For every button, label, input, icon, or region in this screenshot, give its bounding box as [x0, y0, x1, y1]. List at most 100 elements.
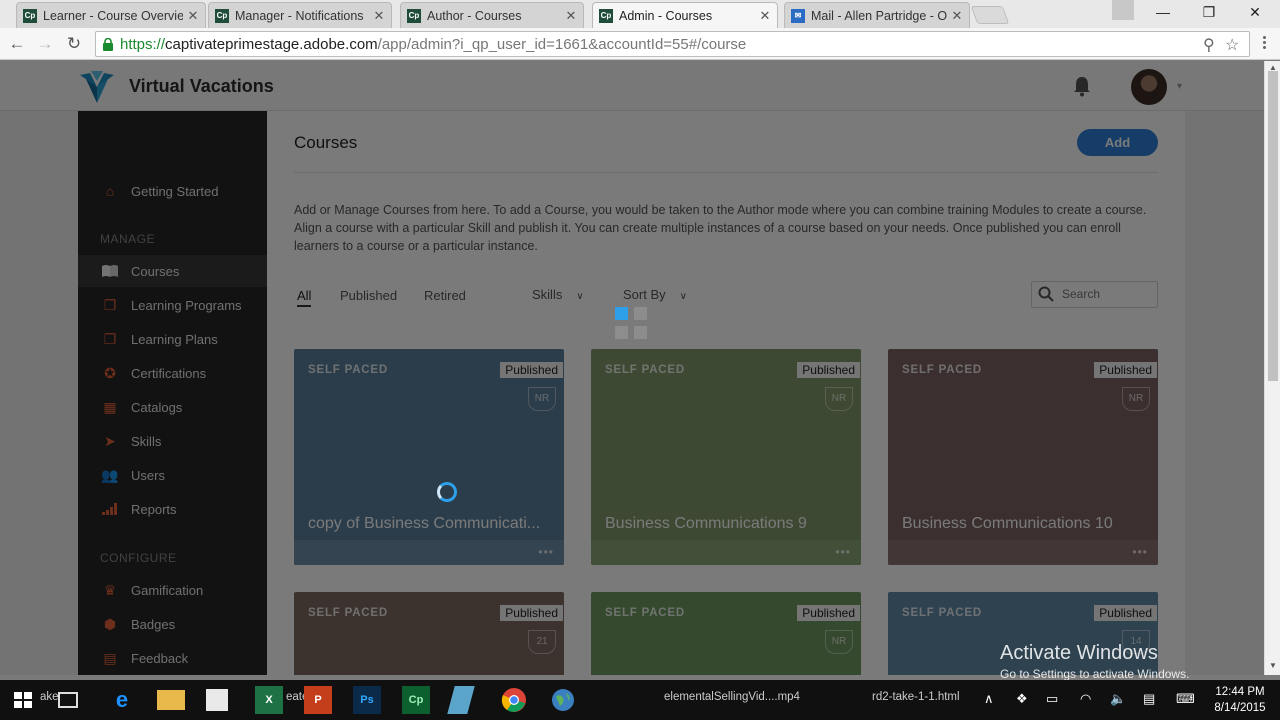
chevron-down-icon[interactable]: ▾: [1177, 81, 1182, 92]
notepad-icon[interactable]: [447, 686, 475, 714]
bell-icon[interactable]: [1072, 75, 1092, 97]
close-icon[interactable]: ✕: [373, 8, 385, 24]
close-window-button[interactable]: ✕: [1240, 4, 1270, 24]
rating-shield-icon: NR: [528, 387, 556, 411]
course-card[interactable]: SELF PACED Published NR Business Communi…: [888, 349, 1158, 565]
course-card[interactable]: SELF PACED Published NR: [591, 592, 861, 675]
notifications-icon[interactable]: ▤: [1143, 691, 1155, 707]
browser-menu-icon[interactable]: [1258, 36, 1272, 51]
course-card[interactable]: SELF PACED Published NR copy of Business…: [294, 349, 564, 565]
close-icon[interactable]: ✕: [951, 8, 963, 24]
sidebar-item-getting-started[interactable]: ⌂ Getting Started: [78, 175, 267, 207]
sidebar-item-feedback[interactable]: ▤ Feedback: [78, 642, 267, 674]
close-icon[interactable]: ✕: [759, 8, 771, 24]
trophy-icon: ♛: [103, 581, 117, 598]
photoshop-icon[interactable]: Ps: [353, 686, 381, 714]
sidebar-item-certifications[interactable]: ✪ Certifications: [78, 357, 267, 389]
address-bar[interactable]: https://captivateprimestage.adobe.com/ap…: [95, 31, 1250, 57]
back-arrow-icon[interactable]: ←: [6, 33, 28, 55]
volume-icon[interactable]: 🔈: [1110, 691, 1126, 707]
browser-toolbar: ← → ↻ https://captivateprimestage.adobe.…: [0, 28, 1280, 60]
sidebar-item-label: Users: [131, 467, 165, 483]
add-course-button[interactable]: Add: [1077, 129, 1158, 156]
app-header: Virtual Vacations ▾: [0, 61, 1264, 111]
browser-tab-admin[interactable]: Cp Admin - Courses ✕: [592, 2, 778, 28]
forward-arrow-icon[interactable]: →: [34, 33, 56, 55]
store-icon[interactable]: [206, 689, 228, 711]
home-icon: ⌂: [105, 183, 115, 199]
more-options-icon[interactable]: •••: [1132, 545, 1148, 559]
chrome-icon[interactable]: [500, 686, 528, 714]
tab-retired[interactable]: Retired: [424, 288, 466, 303]
search-input[interactable]: [1062, 287, 1152, 301]
skills-dropdown[interactable]: Skills ∨: [532, 287, 584, 302]
file-explorer-icon[interactable]: [157, 690, 185, 710]
feedback-icon: ▤: [103, 649, 117, 666]
search-box: [1031, 281, 1158, 308]
dropbox-icon[interactable]: ❖: [1016, 691, 1028, 707]
excel-icon[interactable]: X: [255, 686, 283, 714]
more-options-icon[interactable]: •••: [835, 545, 851, 559]
sidebar-item-gamification[interactable]: ♛ Gamification: [78, 574, 267, 606]
edge-browser-icon[interactable]: e: [108, 686, 136, 714]
page-scrollbar[interactable]: ▲ ▼: [1264, 61, 1280, 675]
sidebar-item-learning-plans[interactable]: ❐ Learning Plans: [78, 323, 267, 355]
taskbar-label: rd2-take-1-1.html: [872, 691, 960, 703]
tab-published[interactable]: Published: [340, 288, 397, 303]
card-footer: •••: [591, 540, 861, 565]
search-icon: [1038, 286, 1054, 302]
scroll-down-icon[interactable]: ▼: [1269, 661, 1277, 670]
close-icon[interactable]: ✕: [565, 8, 577, 24]
sidebar-item-catalogs[interactable]: ▦ Catalogs: [78, 391, 267, 423]
captivate-icon: Cp: [23, 8, 37, 23]
captivate-icon: Cp: [215, 8, 229, 23]
sidebar-item-badges[interactable]: ⬢ Badges: [78, 608, 267, 640]
task-view-icon[interactable]: [58, 692, 78, 708]
sidebar-item-label: Catalogs: [131, 399, 183, 415]
sidebar-item-learning-programs[interactable]: ❐ Learning Programs: [78, 289, 267, 321]
more-options-icon[interactable]: •••: [538, 545, 554, 559]
course-title: copy of Business Communicati...: [308, 515, 541, 532]
battery-icon[interactable]: ▭: [1046, 691, 1058, 707]
status-badge: Published: [1094, 605, 1157, 621]
browser-tab-manager[interactable]: Cp Manager - Notifications ✕: [208, 2, 392, 28]
tab-all[interactable]: All: [297, 288, 312, 307]
captivate-icon[interactable]: Cp: [402, 686, 430, 714]
course-card[interactable]: SELF PACED Published 21: [294, 592, 564, 675]
keyboard-icon[interactable]: ⌨: [1176, 691, 1195, 707]
sort-by-dropdown[interactable]: Sort By ∨: [623, 287, 687, 302]
zoom-icon[interactable]: ⚲: [1203, 35, 1215, 55]
outlook-mail-icon: ✉: [791, 8, 805, 23]
taskbar-clock[interactable]: 12:44 PM 8/14/2015: [1208, 684, 1272, 716]
avatar[interactable]: [1131, 69, 1167, 105]
sidebar: ⌂ Getting Started MANAGE Courses ❐ Learn…: [78, 111, 267, 675]
sidebar-item-users[interactable]: 👥 Users: [78, 459, 267, 491]
maximize-button[interactable]: ❐: [1194, 4, 1224, 24]
bookmark-star-icon[interactable]: ☆: [1225, 35, 1239, 55]
scrollbar-thumb[interactable]: [1268, 71, 1278, 381]
sidebar-item-label: Reports: [131, 501, 177, 517]
powerpoint-icon[interactable]: P: [304, 686, 332, 714]
sidebar-item-skills[interactable]: ➤ Skills: [78, 425, 267, 457]
users-icon: 👥: [101, 466, 119, 483]
browser-tab-mail[interactable]: ✉ Mail - Allen Partridge - Ou ✕: [784, 2, 970, 28]
minimize-button[interactable]: —: [1148, 4, 1178, 24]
windows-taskbar: ake e X eate_1 P Ps Cp elementalSellingV…: [0, 680, 1280, 720]
browser-tab-author[interactable]: Cp Author - Courses ✕: [400, 2, 584, 28]
reload-icon[interactable]: ↻: [63, 33, 85, 55]
chevron-up-icon[interactable]: ∧: [984, 691, 994, 707]
wifi-icon[interactable]: ◠: [1080, 691, 1091, 707]
windows-start-icon[interactable]: [14, 692, 32, 708]
new-tab-button[interactable]: [970, 6, 1010, 24]
user-profile-icon[interactable]: [1112, 0, 1134, 20]
learning-programs-icon: ❐: [103, 296, 117, 313]
sidebar-item-label: Gamification: [131, 582, 204, 598]
close-icon[interactable]: ✕: [187, 8, 199, 24]
course-card[interactable]: SELF PACED Published NR Business Communi…: [591, 349, 861, 565]
browser-tab-learner[interactable]: Cp Learner - Course Overview ✕: [16, 2, 206, 28]
globe-app-icon[interactable]: [549, 686, 577, 714]
sidebar-item-courses[interactable]: Courses: [78, 255, 267, 287]
divider: [294, 172, 1158, 173]
course-type-label: SELF PACED: [308, 607, 388, 619]
sidebar-item-reports[interactable]: Reports: [78, 493, 267, 525]
